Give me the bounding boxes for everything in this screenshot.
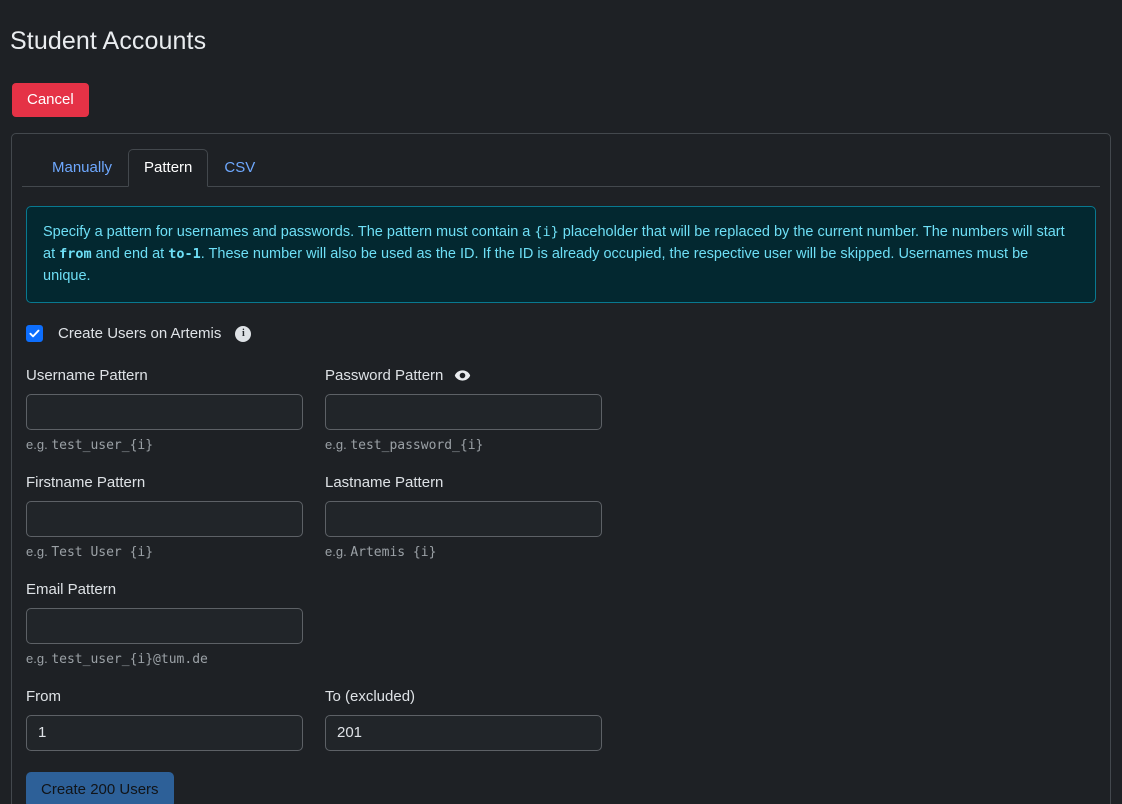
alert-code-to: to-1 <box>168 245 201 262</box>
row-firstname-lastname: Firstname Pattern e.g. Test User {i} Las… <box>26 474 1096 559</box>
tab-csv[interactable]: CSV <box>208 149 271 187</box>
username-pattern-input[interactable] <box>26 393 303 430</box>
row-email: Email Pattern e.g. test_user_{i}@tum.de <box>26 581 1096 666</box>
alert-code-placeholder: {i} <box>534 223 559 240</box>
lastname-hint-code: Artemis {i} <box>350 544 437 560</box>
field-from: From <box>26 688 303 751</box>
checkmark-icon <box>29 330 40 338</box>
password-label-row: Password Pattern <box>325 367 602 385</box>
create-users-checkbox[interactable] <box>26 325 43 343</box>
email-hint: e.g. test_user_{i}@tum.de <box>26 652 303 666</box>
page-root: Student Accounts Cancel Manually Pattern… <box>0 17 1122 804</box>
tab-pattern[interactable]: Pattern <box>128 148 209 187</box>
email-label: Email Pattern <box>26 581 117 599</box>
alert-text-1: Specify a pattern for usernames and pass… <box>43 223 535 240</box>
password-hint-code: test_password_{i} <box>350 437 484 453</box>
alert-code-from: from <box>59 245 92 262</box>
username-hint: e.g. test_user_{i} <box>26 438 303 452</box>
info-icon[interactable]: i <box>235 325 252 342</box>
tab-bar: Manually Pattern CSV <box>22 134 1100 187</box>
eye-icon[interactable] <box>454 369 471 382</box>
field-password: Password Pattern e.g. test_password_{i} <box>325 367 602 452</box>
pattern-info-banner: Specify a pattern for usernames and pass… <box>26 205 1096 303</box>
create-users-button[interactable]: Create 200 Users <box>26 771 174 804</box>
to-input[interactable] <box>325 714 602 751</box>
email-hint-code: test_user_{i}@tum.de <box>51 651 208 667</box>
row-from-to: From To (excluded) <box>26 688 1096 751</box>
password-pattern-input[interactable] <box>325 393 602 430</box>
create-users-row: Create Users on Artemis i <box>26 323 1096 345</box>
password-label: Password Pattern <box>325 367 444 385</box>
field-lastname: Lastname Pattern e.g. Artemis {i} <box>325 474 602 559</box>
lastname-hint-prefix: e.g. <box>325 543 347 559</box>
from-label: From <box>26 688 61 706</box>
field-firstname: Firstname Pattern e.g. Test User {i} <box>26 474 303 559</box>
email-pattern-input[interactable] <box>26 607 303 644</box>
password-hint: e.g. test_password_{i} <box>325 438 602 452</box>
password-hint-prefix: e.g. <box>325 436 347 452</box>
field-email: Email Pattern e.g. test_user_{i}@tum.de <box>26 581 303 666</box>
to-label: To (excluded) <box>325 688 416 706</box>
pattern-form: Create Users on Artemis i Username Patte… <box>12 323 1110 804</box>
firstname-hint-code: Test User {i} <box>51 544 154 560</box>
lastname-pattern-input[interactable] <box>325 500 602 537</box>
from-input[interactable] <box>26 714 303 751</box>
tab-manually[interactable]: Manually <box>36 149 128 187</box>
username-hint-code: test_user_{i} <box>51 437 154 453</box>
firstname-label: Firstname Pattern <box>26 474 146 492</box>
username-hint-prefix: e.g. <box>26 436 48 452</box>
field-to: To (excluded) <box>325 688 602 751</box>
email-hint-prefix: e.g. <box>26 650 48 666</box>
field-username: Username Pattern e.g. test_user_{i} <box>26 367 303 452</box>
create-users-label: Create Users on Artemis <box>58 325 222 343</box>
page-title: Student Accounts <box>10 26 207 55</box>
firstname-pattern-input[interactable] <box>26 500 303 537</box>
account-creation-card: Manually Pattern CSV Specify a pattern f… <box>11 132 1111 804</box>
cancel-button-row: Cancel <box>0 71 1122 117</box>
firstname-hint-prefix: e.g. <box>26 543 48 559</box>
cancel-button[interactable]: Cancel <box>12 82 89 117</box>
lastname-hint: e.g. Artemis {i} <box>325 545 602 559</box>
alert-text-3: and end at <box>91 245 169 262</box>
username-label: Username Pattern <box>26 367 148 385</box>
lastname-label: Lastname Pattern <box>325 474 444 492</box>
row-username-password: Username Pattern e.g. test_user_{i} Pass… <box>26 367 1096 452</box>
firstname-hint: e.g. Test User {i} <box>26 545 303 559</box>
